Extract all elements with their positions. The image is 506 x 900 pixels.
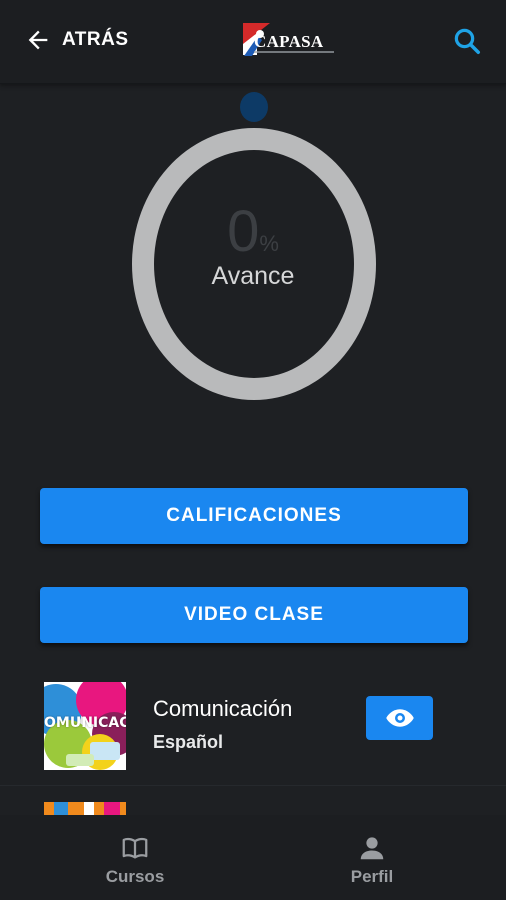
course-thumbnail[interactable]: OMUNICACIÓ	[44, 682, 126, 770]
back-button[interactable]: ATRÁS	[24, 22, 129, 58]
video-clase-button[interactable]: VIDEO CLASE	[40, 587, 468, 643]
course-title: Comunicación	[153, 696, 293, 721]
course-thumbnail-partial-art	[44, 802, 126, 816]
progress-percent: 0%	[0, 198, 506, 265]
search-icon	[454, 28, 480, 54]
progress-value: 0	[227, 199, 260, 264]
view-course-button[interactable]	[366, 696, 433, 740]
course-thumbnail-text: OMUNICACIÓ	[44, 715, 126, 731]
progress-label: Avance	[211, 262, 295, 290]
top-app-bar: ATRÁS CAPASA	[0, 0, 506, 84]
capasa-logo: CAPASA	[240, 20, 340, 60]
progress-unit: %	[259, 231, 279, 256]
nav-item-cursos[interactable]: Cursos	[85, 833, 185, 887]
book-icon	[122, 837, 148, 859]
progress-indicator-knob	[240, 92, 268, 122]
logo-text: CAPASA	[254, 32, 324, 51]
eye-icon	[385, 709, 414, 727]
person-icon	[360, 837, 384, 860]
search-button[interactable]	[452, 26, 482, 56]
course-subtitle: Español	[153, 732, 224, 752]
logo-tagline	[254, 51, 334, 53]
back-label: ATRÁS	[62, 29, 129, 50]
nav-label-perfil: Perfil	[350, 867, 394, 886]
list-item: OMUNICACIÓ Comunicación Español	[0, 670, 506, 786]
nav-item-perfil[interactable]: Perfil	[322, 833, 422, 887]
course-thumbnail-partial[interactable]	[44, 802, 126, 816]
calificaciones-button[interactable]: CALIFICACIONES	[40, 488, 468, 544]
arrow-left-icon	[28, 30, 48, 50]
nav-label-cursos: Cursos	[105, 867, 165, 886]
bottom-navigation: Cursos Perfil	[0, 815, 506, 900]
